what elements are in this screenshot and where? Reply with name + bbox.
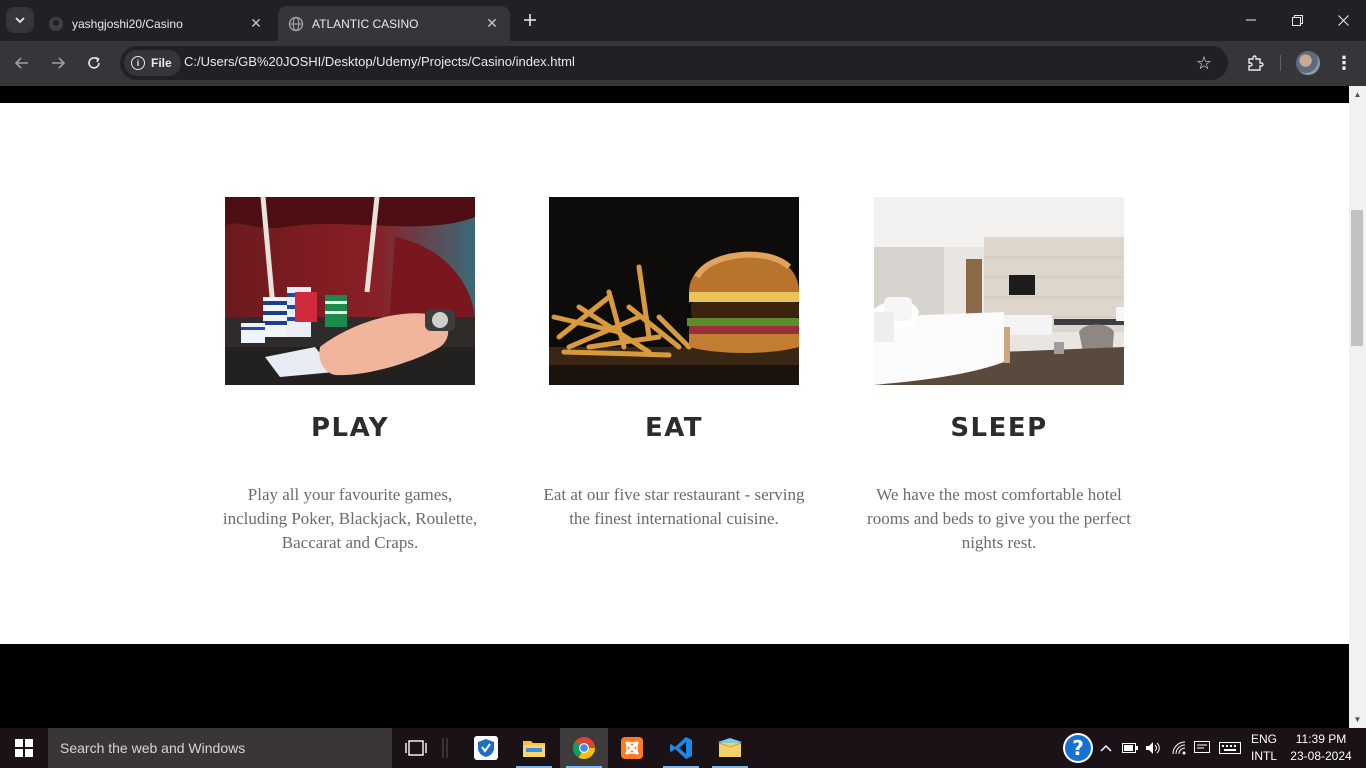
arrow-left-icon — [14, 57, 28, 69]
tab-atlantic-casino[interactable]: ATLANTIC CASINO ✕ — [278, 6, 510, 41]
back-button[interactable] — [8, 49, 36, 77]
show-hidden-icons-button[interactable] — [1097, 728, 1115, 768]
windows-taskbar: Search the web and Windows ? ENG INTL 11… — [0, 728, 1366, 768]
keyboard-tray-icon[interactable] — [1216, 728, 1244, 768]
keyboard-icon — [1219, 742, 1241, 754]
feature-title: PLAY — [310, 413, 390, 443]
taskbar-search-box[interactable]: Search the web and Windows — [48, 728, 392, 768]
feature-description: Play all your favourite games, including… — [222, 485, 478, 552]
close-tab-icon[interactable]: ✕ — [482, 14, 502, 34]
plus-icon — [524, 14, 536, 26]
input-language-indicator[interactable]: ENG INTL — [1246, 731, 1282, 765]
page-viewport: PLAY Play all your favourite games, incl… — [0, 86, 1349, 728]
taskbar-app-file-explorer[interactable] — [510, 728, 558, 768]
tab-github[interactable]: yashgjoshi20/Casino ✕ — [38, 6, 274, 41]
feature-eat: EAT Eat at our five star restaurant - se… — [529, 197, 819, 531]
scrollbar-thumb[interactable] — [1351, 210, 1363, 346]
hotel-room-photo — [874, 197, 1124, 385]
bookmark-star-icon[interactable]: ☆ — [1192, 52, 1216, 74]
battery-tray-icon[interactable] — [1120, 728, 1140, 768]
new-tab-button[interactable] — [518, 8, 542, 32]
taskbar-app-vscode[interactable] — [657, 728, 705, 768]
github-icon — [48, 16, 64, 32]
help-icon: ? — [1063, 733, 1093, 763]
close-window-button[interactable] — [1320, 0, 1366, 40]
url-text[interactable]: C:/Users/GB%20JOSHI/Desktop/Udemy/Projec… — [184, 54, 575, 69]
battery-icon — [1122, 743, 1138, 753]
reload-button[interactable] — [80, 49, 108, 77]
svg-text:?: ? — [1072, 736, 1084, 760]
site-chip-label: File — [151, 56, 172, 70]
windows-logo-icon — [15, 739, 33, 757]
clock-date: 23-08-2024 — [1290, 749, 1352, 763]
clock-time: 11:39 PM — [1295, 732, 1347, 746]
keyboard-layout: INTL — [1250, 749, 1277, 763]
folder-icon — [523, 741, 545, 757]
scroll-up-arrow-icon[interactable]: ▲ — [1349, 86, 1366, 103]
restore-icon — [1291, 14, 1303, 26]
page-scrollbar[interactable]: ▲ ▼ — [1349, 86, 1366, 728]
vscode-icon — [670, 737, 692, 759]
burger-fries-photo — [549, 197, 799, 385]
toolbar-divider — [1280, 55, 1281, 71]
feature-play: PLAY Play all your favourite games, incl… — [205, 197, 495, 555]
speaker-icon — [1146, 742, 1160, 754]
reload-icon — [88, 56, 100, 69]
help-tray-icon[interactable]: ? — [1060, 728, 1096, 768]
xampp-icon — [621, 737, 643, 759]
feature-description: Eat at our five star restaurant - servin… — [543, 485, 805, 528]
arrow-right-icon — [52, 57, 66, 69]
feature-title: EAT — [644, 413, 704, 443]
tab-title: ATLANTIC CASINO — [312, 16, 419, 31]
browser-tab-bar: yashgjoshi20/Casino ✕ ATLANTIC CASINO ✕ — [0, 0, 1366, 41]
scroll-down-arrow-icon[interactable]: ▼ — [1349, 711, 1366, 728]
taskbar-app-notes[interactable] — [706, 728, 754, 768]
casino-chips-photo — [225, 197, 475, 385]
task-view-icon — [405, 740, 427, 756]
next-section-band — [0, 644, 1349, 728]
message-icon — [1194, 741, 1210, 753]
feature-sleep: SLEEP We have the most comfortable hotel… — [854, 197, 1144, 555]
start-button[interactable] — [0, 728, 48, 768]
close-icon — [1337, 14, 1349, 26]
search-placeholder: Search the web and Windows — [60, 740, 246, 756]
tab-title: yashgjoshi20/Casino — [72, 16, 183, 31]
minimize-icon — [1246, 19, 1256, 21]
wifi-icon — [1172, 741, 1186, 755]
forward-button[interactable] — [44, 49, 72, 77]
taskbar-divider — [430, 728, 460, 768]
globe-icon — [288, 16, 304, 32]
tab-search-button[interactable] — [6, 7, 34, 33]
chrome-icon — [572, 737, 595, 759]
extensions-button[interactable] — [1242, 50, 1268, 76]
notifications-tray-icon[interactable] — [1192, 728, 1212, 768]
close-tab-icon[interactable]: ✕ — [246, 14, 266, 34]
taskbar-app-chrome[interactable] — [560, 728, 608, 768]
taskbar-app-security[interactable] — [462, 728, 510, 768]
network-tray-icon[interactable] — [1170, 728, 1190, 768]
language-code: ENG — [1250, 732, 1277, 746]
volume-tray-icon[interactable] — [1143, 728, 1163, 768]
taskbar-app-xampp[interactable] — [608, 728, 656, 768]
folder-app-icon — [718, 738, 742, 757]
shield-app-icon — [474, 736, 498, 760]
minimize-button[interactable] — [1228, 0, 1274, 40]
chevron-up-icon — [1100, 744, 1112, 752]
browser-toolbar: i File C:/Users/GB%20JOSHI/Desktop/Udemy… — [0, 41, 1366, 86]
kebab-menu-icon[interactable]: ⋮ — [1334, 50, 1354, 76]
chevron-down-icon — [15, 17, 25, 24]
navbar-bottom-edge — [0, 86, 1349, 103]
restore-button[interactable] — [1274, 0, 1320, 40]
feature-title: SLEEP — [950, 413, 1048, 443]
taskbar-clock[interactable]: 11:39 PM 23-08-2024 — [1286, 731, 1356, 765]
info-icon: i — [131, 56, 145, 70]
feature-description: We have the most comfortable hotel rooms… — [867, 485, 1131, 552]
site-info-chip[interactable]: i File — [124, 50, 181, 76]
puzzle-icon — [1248, 55, 1264, 71]
address-bar[interactable]: i File C:/Users/GB%20JOSHI/Desktop/Udemy… — [120, 46, 1228, 80]
profile-avatar[interactable] — [1296, 51, 1320, 75]
